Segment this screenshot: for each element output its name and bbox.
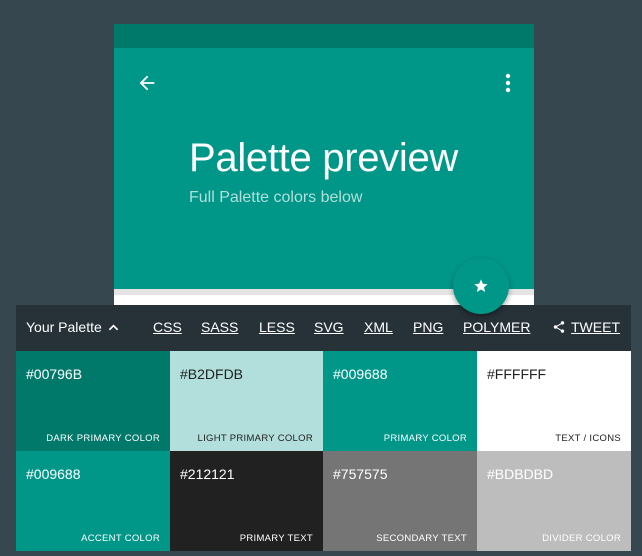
swatch-label: ACCENT COLOR <box>81 533 160 544</box>
export-css-link[interactable]: CSS <box>153 319 182 335</box>
more-vertical-icon[interactable] <box>502 71 514 95</box>
share-icon <box>553 321 565 333</box>
your-palette-toggle[interactable]: Your Palette <box>26 319 119 335</box>
swatch-label: PRIMARY COLOR <box>383 433 467 444</box>
tweet-button[interactable]: TWEET <box>552 319 620 335</box>
export-svg-link[interactable]: SVG <box>314 319 344 335</box>
swatch-primary-text[interactable]: #212121 PRIMARY TEXT <box>170 451 323 551</box>
swatch-hex: #00796B <box>26 366 83 382</box>
swatch-dark-primary[interactable]: #00796B DARK PRIMARY COLOR <box>16 351 170 451</box>
swatch-text-icons[interactable]: #FFFFFF TEXT / ICONS <box>477 351 631 451</box>
preview-title: Palette preview <box>189 136 458 180</box>
palette-swatch-grid: #00796B DARK PRIMARY COLOR #B2DFDB LIGHT… <box>16 351 631 551</box>
swatch-accent[interactable]: #009688 ACCENT COLOR <box>16 451 170 551</box>
swatch-label: TEXT / ICONS <box>555 433 621 444</box>
arrow-left-icon[interactable] <box>136 72 158 94</box>
swatch-hex: #757575 <box>333 466 388 482</box>
chevron-up-icon <box>108 324 118 331</box>
star-icon <box>474 279 488 292</box>
swatch-label: PRIMARY TEXT <box>239 533 313 544</box>
preview-status-bar <box>114 24 534 48</box>
swatch-primary[interactable]: #009688 PRIMARY COLOR <box>323 351 477 451</box>
export-polymer-link[interactable]: POLYMER <box>463 319 530 335</box>
your-palette-label: Your Palette <box>26 319 102 335</box>
tweet-label: TWEET <box>571 319 620 335</box>
export-png-link[interactable]: PNG <box>413 319 443 335</box>
export-xml-link[interactable]: XML <box>364 319 393 335</box>
swatch-hex: #BDBDBD <box>487 466 554 482</box>
swatch-label: DARK PRIMARY COLOR <box>46 433 160 444</box>
swatch-light-primary[interactable]: #B2DFDB LIGHT PRIMARY COLOR <box>170 351 323 451</box>
swatch-label: LIGHT PRIMARY COLOR <box>197 433 313 444</box>
swatch-label: SECONDARY TEXT <box>376 533 467 544</box>
export-sass-link[interactable]: SASS <box>201 319 238 335</box>
swatch-hex: #009688 <box>333 366 388 382</box>
swatch-hex: #B2DFDB <box>180 366 244 382</box>
swatch-secondary-text[interactable]: #757575 SECONDARY TEXT <box>323 451 477 551</box>
swatch-divider[interactable]: #BDBDBD DIVIDER COLOR <box>477 451 631 551</box>
swatch-hex: #009688 <box>26 466 81 482</box>
export-less-link[interactable]: LESS <box>259 319 295 335</box>
export-toolbar: Your Palette CSS SASS LESS SVG XML PNG P… <box>16 305 631 351</box>
swatch-label: DIVIDER COLOR <box>542 533 621 544</box>
swatch-hex: #212121 <box>180 466 235 482</box>
preview-subtitle: Full Palette colors below <box>189 189 363 206</box>
swatch-hex: #FFFFFF <box>487 366 547 382</box>
palette-app: Palette preview Full Palette colors belo… <box>0 0 642 556</box>
favorite-fab-button[interactable] <box>453 258 509 314</box>
